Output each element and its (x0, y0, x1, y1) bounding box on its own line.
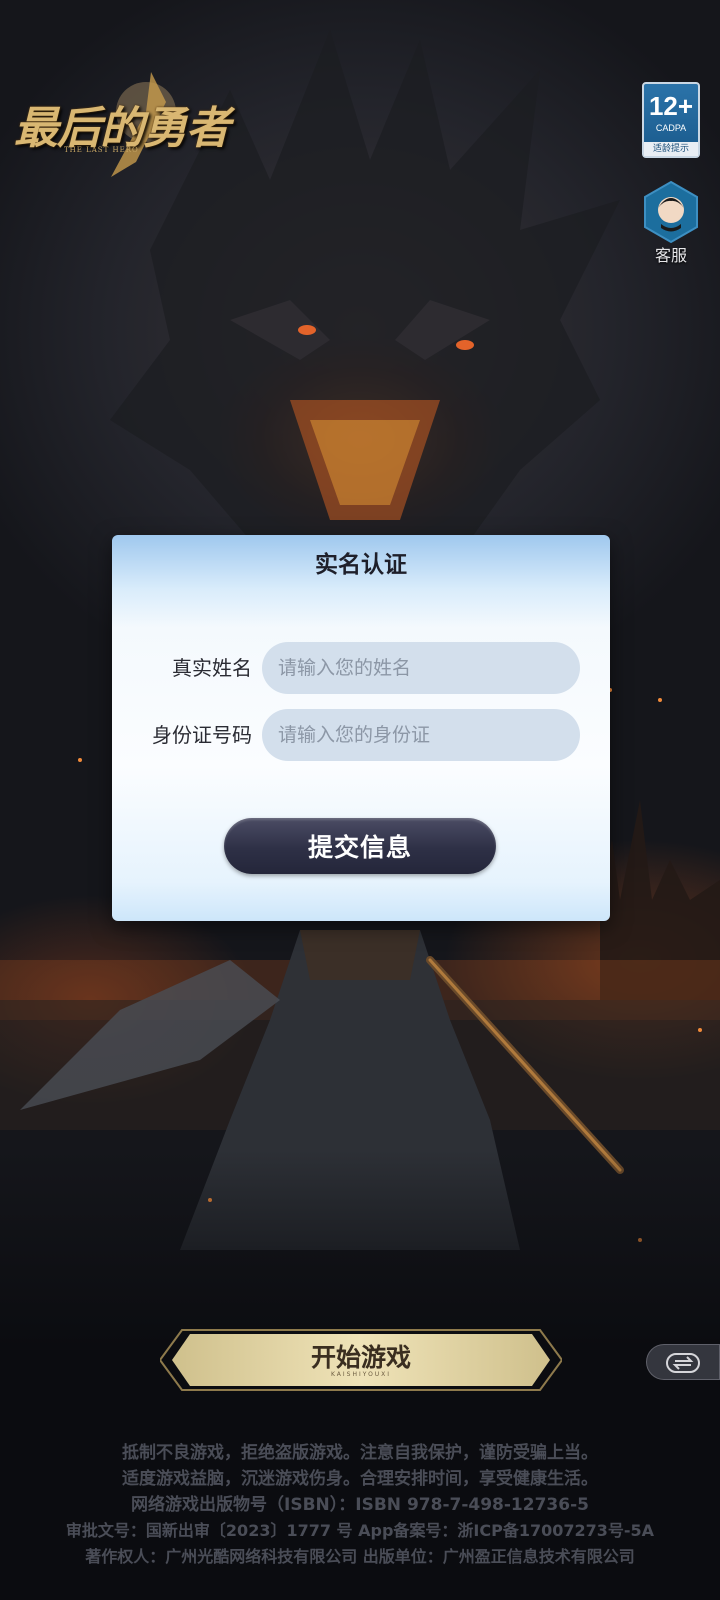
id-number-label: 身份证号码 (152, 723, 252, 747)
start-game-sublabel: KAISHIYOUXI (330, 1371, 392, 1378)
customer-service-label: 客服 (654, 246, 687, 265)
footer-line-isbn: 网络游戏出版物号（ISBN）：ISBN 978-7-498-12736-5 (131, 1495, 589, 1515)
footer-line-health-notice-2: 适度游戏益脑，沉迷游戏伤身。合理安排时间，享受健康生活。 (122, 1469, 598, 1489)
game-launch-screen: 最后的勇者 THE LAST HERO 12+ CADPA 适龄提示 客服 实名… (0, 0, 720, 1600)
id-number-input[interactable] (262, 709, 580, 761)
start-game-button[interactable]: 开始游戏 KAISHIYOUXI (160, 1328, 562, 1392)
real-name-label: 真实姓名 (172, 656, 252, 680)
age-rating-org: CADPA (655, 123, 687, 133)
compliance-footer: 抵制不良游戏，拒绝盗版游戏。注意自我保护，谨防受骗上当。 适度游戏益脑，沉迷游戏… (0, 1440, 720, 1570)
switch-account-button[interactable] (646, 1344, 720, 1380)
age-rating-number: 12+ (648, 91, 694, 121)
logo-subtitle: THE LAST HERO (64, 146, 139, 154)
real-name-verification-dialog: 实名认证 真实姓名 身份证号码 提交信息 (112, 535, 610, 921)
customer-service-button[interactable]: 客服 (642, 180, 700, 266)
footer-line-approval: 审批文号：国新出审〔2023〕1777 号 App备案号：浙ICP备170072… (65, 1521, 655, 1540)
footer-line-copyright: 著作权人：广州光酷网络科技有限公司 出版单位：广州盈正信息技术有限公司 (85, 1547, 635, 1566)
real-name-input[interactable] (262, 642, 580, 694)
submit-info-button[interactable]: 提交信息 (224, 818, 496, 874)
switch-account-icon (666, 1353, 700, 1373)
age-rating-badge[interactable]: 12+ CADPA 适龄提示 (642, 82, 700, 158)
age-rating-hint: 适龄提示 (644, 142, 698, 156)
customer-service-icon (644, 180, 698, 244)
footer-line-health-notice-1: 抵制不良游戏，拒绝盗版游戏。注意自我保护，谨防受骗上当。 (122, 1443, 598, 1463)
game-logo: 最后的勇者 THE LAST HERO (6, 72, 246, 182)
start-game-label: 开始游戏 (310, 1343, 411, 1372)
dialog-title: 实名认证 (315, 551, 407, 578)
